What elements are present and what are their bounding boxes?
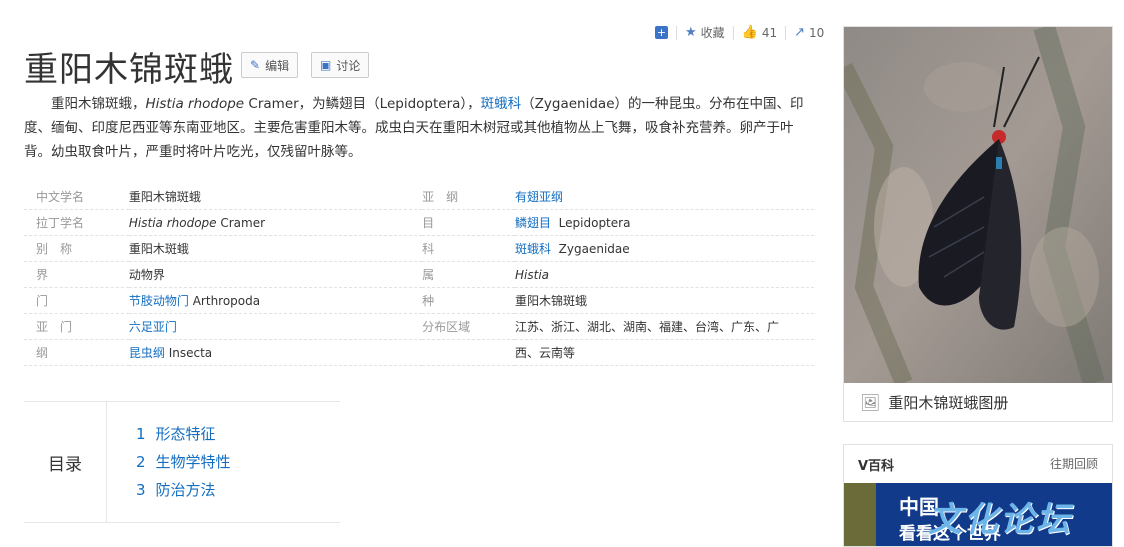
info-key: 科 <box>422 235 516 262</box>
toc-item-text: 生物学特性 <box>155 453 231 471</box>
info-value-text: 重阳木锦斑蛾 <box>515 294 588 308</box>
info-key: 别 称 <box>24 235 129 262</box>
table-of-contents: 目录 1 形态特征 2 生物学特性 3 防治方法 <box>24 401 340 523</box>
info-key: 中文学名 <box>24 184 129 210</box>
page-title: 重阳木锦斑蛾 <box>24 50 234 90</box>
info-row: 纲昆虫纲 Insecta 西、云南等 <box>24 339 814 366</box>
info-key: 种 <box>422 287 516 314</box>
info-value: 西、云南等 <box>515 339 814 366</box>
info-value-link[interactable]: 有翅亚纲 <box>515 190 563 204</box>
toc-label: 目录 <box>24 402 107 522</box>
gallery-icon: 🖼 <box>860 392 881 412</box>
info-key: 分布区域 <box>422 313 516 340</box>
toc-item-text: 防治方法 <box>155 481 216 499</box>
info-value: 斑蛾科 Zygaenidae <box>515 235 814 262</box>
info-row: 别 称重阳木斑蛾 科斑蛾科 Zygaenidae <box>24 235 814 262</box>
zygaenidae-link[interactable]: 斑蛾科 <box>481 96 522 112</box>
thumbs-up-icon[interactable]: 👍 <box>742 25 758 40</box>
info-value-text: 江苏、浙江、湖北、湖南、福建、台湾、广东、广 <box>515 320 780 334</box>
info-value: Histia rhodope Cramer <box>128 209 423 236</box>
star-icon[interactable]: ★ <box>685 25 697 40</box>
v-baike-title: V百科 <box>858 459 895 474</box>
past-issues-link[interactable]: 往期回顾 <box>1050 455 1098 472</box>
info-key: 亚 纲 <box>422 184 516 210</box>
info-value-link[interactable]: 六足亚门 <box>129 320 177 334</box>
info-value-text: 西、云南等 <box>515 346 576 360</box>
info-value: 江苏、浙江、湖北、湖南、福建、台湾、广东、广 <box>515 313 814 340</box>
info-value-text: Lepidoptera <box>551 216 631 230</box>
info-value: Histia <box>515 261 814 288</box>
info-row: 门节肢动物门 Arthropoda 种重阳木锦斑蛾 <box>24 287 814 314</box>
info-key: 纲 <box>24 339 129 366</box>
toc-item[interactable]: 2 生物学特性 <box>136 448 231 476</box>
info-value-text: Cramer <box>216 215 266 230</box>
moth-photo[interactable] <box>844 27 1112 383</box>
info-value: 昆虫纲 Insecta <box>128 339 423 366</box>
watermark: 文化论坛 <box>928 500 1072 540</box>
info-row: 中文学名 重阳木锦斑蛾 亚 纲有翅亚纲 <box>24 184 814 210</box>
toc-item-number: 1 <box>136 425 146 443</box>
info-value-text: Insecta <box>164 346 213 360</box>
basic-info-table: 中文学名 重阳木锦斑蛾亚 纲有翅亚纲 拉丁学名 Histia rhodope Cram… <box>24 184 814 366</box>
info-value: 有翅亚纲 <box>515 184 814 210</box>
toc-item[interactable]: 3 防治方法 <box>136 476 231 504</box>
info-value-link[interactable]: 节肢动物门 <box>129 294 189 308</box>
action-bar: + ★ 收藏 👍 41 ↗ 10 <box>655 24 824 41</box>
info-row: 界动物界 属 Histia <box>24 261 814 288</box>
info-key: 亚 门 <box>24 313 129 340</box>
toc-item-number: 2 <box>136 453 146 471</box>
info-value-text: 重阳木锦斑蛾 <box>128 190 201 204</box>
edit-button[interactable]: ✎ 编辑 <box>241 52 299 78</box>
add-icon[interactable]: + <box>655 26 668 39</box>
info-value-link[interactable]: 斑蛾科 <box>515 242 551 256</box>
album-caption[interactable]: 🖼 重阳木锦斑蛾图册 <box>844 383 1112 421</box>
album-card[interactable]: 🖼 重阳木锦斑蛾图册 <box>843 26 1113 422</box>
favorite-label[interactable]: 收藏 <box>701 24 725 41</box>
info-value: 节肢动物门 Arthropoda <box>128 287 423 314</box>
like-count[interactable]: 41 <box>762 26 777 40</box>
info-value: 重阳木锦斑蛾 <box>515 287 814 314</box>
discuss-button[interactable]: ▣ 讨论 <box>311 52 370 78</box>
info-value-text: 动物界 <box>128 268 165 282</box>
info-value-latin: Histia rhodope <box>128 215 217 230</box>
toc-item-text: 形态特征 <box>155 425 216 443</box>
info-value: 重阳木斑蛾 <box>128 235 423 262</box>
info-key: 界 <box>24 261 129 288</box>
lemma-summary: 重阳木锦斑蛾，Histia rhodope Cramer，为鳞翅目（Lepido… <box>24 96 804 160</box>
info-value-link[interactable]: 昆虫纲 <box>129 346 165 360</box>
info-key: 拉丁学名 <box>24 209 129 236</box>
info-row: 拉丁学名 Histia rhodope Cramer 目鳞翅目 Lepidopter… <box>24 209 814 236</box>
info-key <box>422 339 516 366</box>
share-icon[interactable]: ↗ <box>794 25 805 40</box>
info-value-text: Arthropoda <box>188 294 261 308</box>
info-value: 重阳木锦斑蛾 <box>128 184 423 210</box>
info-key: 门 <box>24 287 129 314</box>
info-value: 动物界 <box>128 261 423 288</box>
info-value: 鳞翅目 Lepidoptera <box>515 209 814 236</box>
info-value-link[interactable]: 鳞翅目 <box>515 216 551 230</box>
info-row: 亚 门六足亚门 分布区域 江苏、浙江、湖北、湖南、福建、台湾、广东、广 <box>24 313 814 340</box>
info-key: 目 <box>422 209 516 236</box>
toc-item[interactable]: 1 形态特征 <box>136 420 231 448</box>
info-key: 属 <box>422 261 516 288</box>
info-value-text: 重阳木斑蛾 <box>128 242 189 256</box>
info-value-latin: Histia <box>515 267 550 282</box>
info-value-text: Zygaenidae <box>551 242 630 256</box>
toc-item-number: 3 <box>136 481 146 499</box>
comment-icon: ▣ <box>320 58 332 72</box>
info-value: 六足亚门 <box>128 313 423 340</box>
pencil-icon: ✎ <box>250 58 261 72</box>
share-count[interactable]: 10 <box>809 26 824 40</box>
